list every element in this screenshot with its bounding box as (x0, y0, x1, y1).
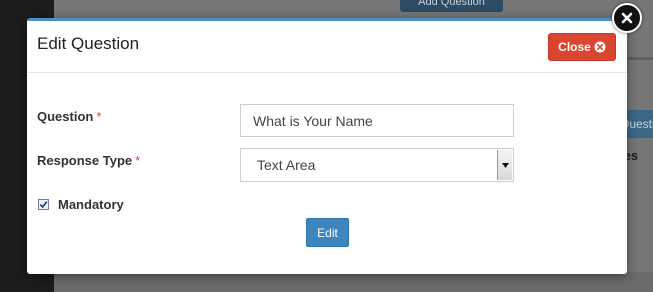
close-circle-icon[interactable] (612, 3, 642, 33)
chevron-down-icon[interactable] (497, 150, 512, 180)
background-bottom (54, 272, 653, 292)
edit-button[interactable]: Edit (306, 218, 349, 247)
circle-x-icon (594, 41, 606, 53)
response-type-label-text: Response Type (37, 153, 133, 168)
response-type-label: Response Type * (37, 153, 140, 168)
question-label: Question * (37, 109, 101, 124)
modal-title: Edit Question (37, 34, 140, 53)
modal-header: Edit Question Close (27, 21, 627, 73)
checkmark-icon (39, 200, 48, 209)
close-button-label: Close (558, 40, 591, 54)
response-type-value: Text Area (257, 157, 316, 173)
background-add-question-button: Add Question (400, 0, 503, 12)
edit-question-modal: Edit Question Close Question* Response T… (27, 18, 627, 274)
question-label-text: Question (37, 109, 94, 124)
mandatory-checkbox[interactable] (38, 199, 49, 210)
required-marker: * (135, 153, 141, 168)
mandatory-label: Mandatory (58, 197, 124, 212)
close-button[interactable]: Close (548, 33, 616, 61)
required-marker: * (96, 109, 102, 124)
question-input[interactable] (240, 104, 514, 137)
response-type-select[interactable]: Text Area (240, 148, 514, 182)
